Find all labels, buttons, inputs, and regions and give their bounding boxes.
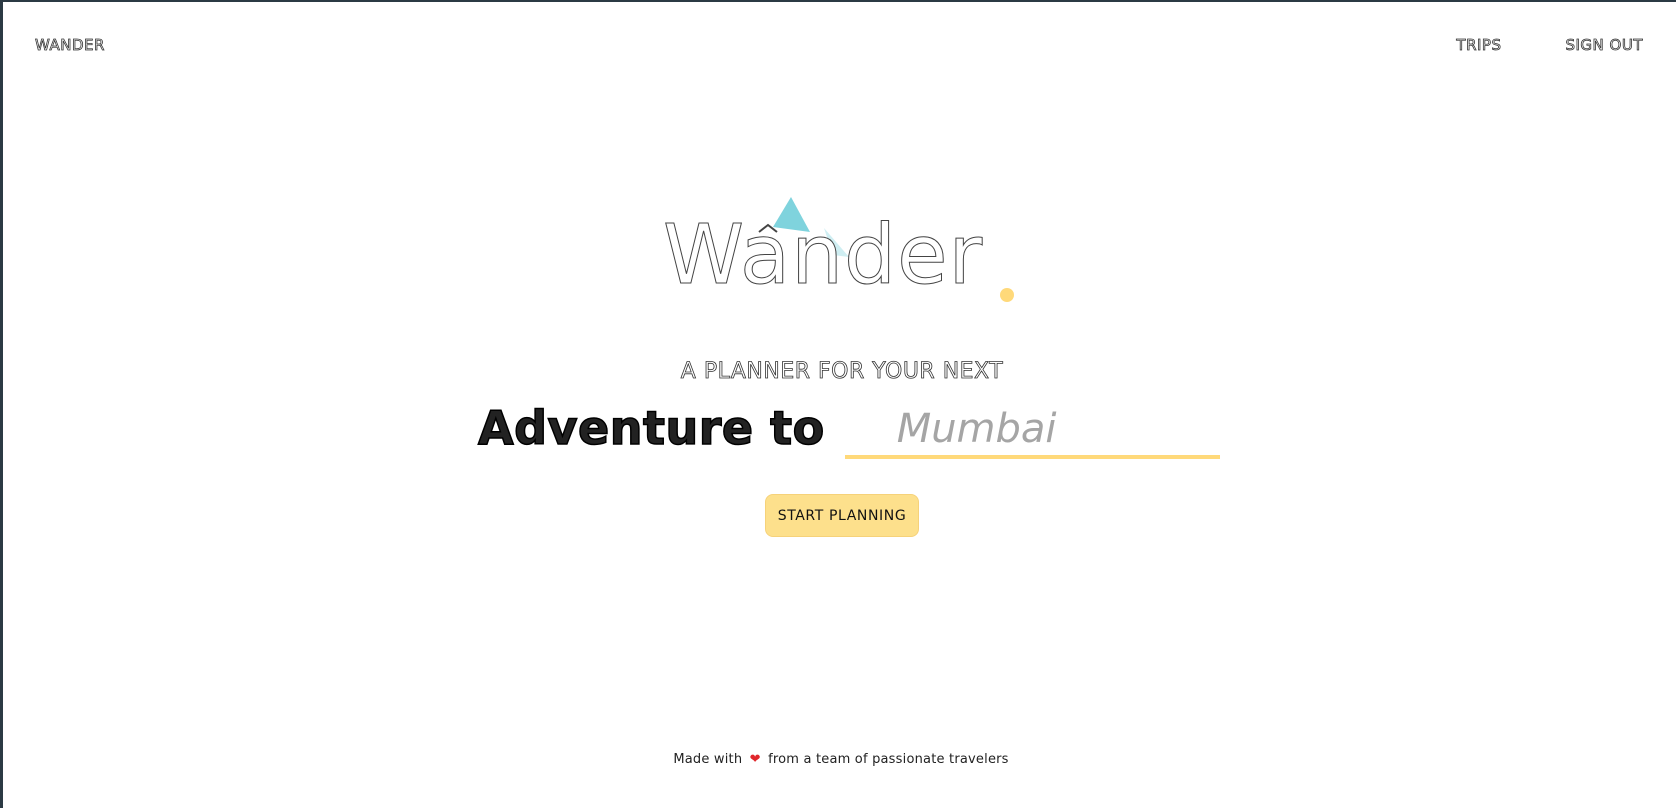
logo-dot-icon [1000, 288, 1014, 302]
nav-link-trips[interactable]: TRIPS [1456, 36, 1501, 55]
adventure-row: Adventure to [477, 399, 1220, 459]
wander-logo: Wander [662, 197, 1023, 317]
tagline: A PLANNER FOR YOUR NEXT [680, 359, 1004, 385]
nav-link-sign-out[interactable]: SIGN OUT [1565, 36, 1643, 55]
adventure-label: Adventure to [477, 401, 825, 455]
nav-brand-link[interactable]: WANDER [35, 36, 105, 55]
start-planning-button[interactable]: START PLANNING [765, 494, 919, 537]
logo-wordmark: Wander [662, 208, 984, 303]
app-window: WANDER TRIPS SIGN OUT Wander A PLANNER F… [0, 0, 1676, 808]
footer-suffix: from a team of passionate travelers [768, 752, 1009, 767]
footer: Made with ❤ from a team of passionate tr… [3, 752, 1676, 767]
destination-input[interactable] [844, 403, 1220, 459]
footer-prefix: Made with [673, 752, 743, 767]
top-nav: TRIPS SIGN OUT [1456, 36, 1643, 55]
heart-icon: ❤ [749, 752, 761, 767]
